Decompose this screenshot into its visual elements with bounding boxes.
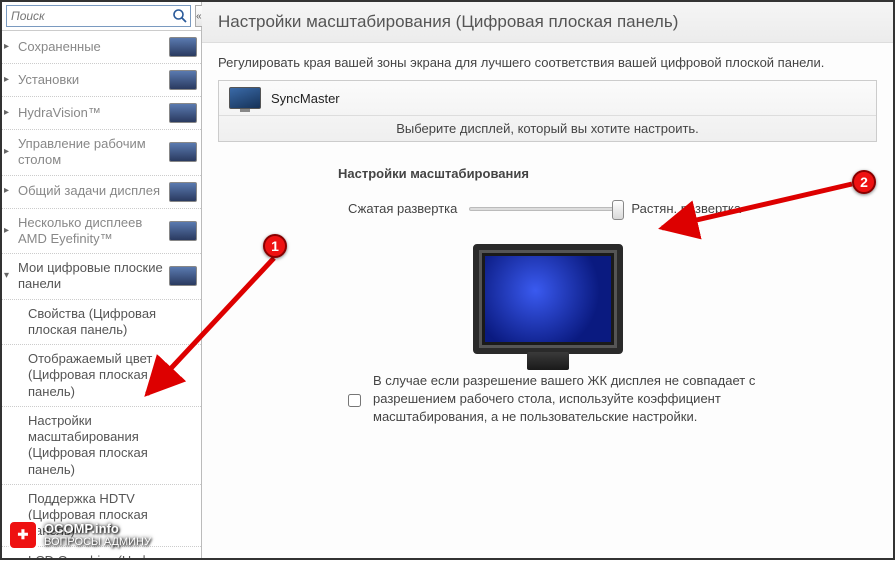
chevron-right-icon: ▸	[4, 146, 14, 159]
chevron-right-icon: ▸	[4, 107, 14, 120]
thumb-icon	[169, 37, 197, 57]
scaling-settings: Настройки масштабирования Сжатая разверт…	[218, 160, 877, 427]
chevron-right-icon: ▸	[4, 74, 14, 87]
thumb-icon	[169, 182, 197, 202]
display-hint: Выберите дисплей, который вы хотите наст…	[219, 116, 876, 141]
main-panel: Настройки масштабирования (Цифровая плос…	[202, 2, 893, 558]
section-title: Настройки масштабирования	[218, 166, 877, 181]
monitor-icon	[229, 87, 261, 109]
slider-label-max: Растян. развертка	[631, 201, 741, 216]
thumb-icon	[169, 266, 197, 286]
thumb-icon	[169, 103, 197, 123]
monitor-illustration	[218, 244, 877, 354]
search-input[interactable]	[6, 5, 191, 27]
page-title: Настройки масштабирования (Цифровая плос…	[202, 2, 893, 43]
thumb-icon	[169, 221, 197, 241]
chevron-right-icon: ▸	[4, 185, 14, 198]
display-picker: SyncMaster Выберите дисплей, который вы …	[218, 80, 877, 142]
sidebar-sub-properties[interactable]: Свойства (Цифровая плоская панель)	[2, 300, 201, 346]
scaling-slider[interactable]	[469, 207, 619, 211]
chevron-down-icon: ▾	[4, 270, 14, 283]
watermark: ✚ OCOMP.info ВОПРОСЫ АДМИНУ	[8, 520, 151, 550]
monitor-preview-icon	[473, 244, 623, 354]
display-selected[interactable]: SyncMaster	[219, 81, 876, 116]
annotation-bubble-1: 1	[263, 234, 287, 258]
sidebar-sub-color[interactable]: Отображаемый цвет (Цифровая плоская пане…	[2, 345, 201, 407]
slider-label-min: Сжатая развертка	[348, 201, 457, 216]
chevron-right-icon: ▸	[4, 41, 14, 54]
sidebar-item-dfp[interactable]: ▾ Мои цифровые плоские панели	[2, 254, 201, 300]
sidebar-sub-scaling[interactable]: Настройки масштабирования (Цифровая плос…	[2, 407, 201, 485]
thumb-icon	[169, 142, 197, 162]
scaling-checkbox-row: В случае если разрешение вашего ЖК диспл…	[218, 372, 877, 427]
sidebar-item-display-tasks[interactable]: ▸ Общий задачи дисплея	[2, 176, 201, 209]
use-scaling-checkbox[interactable]	[348, 374, 361, 427]
sidebar-item-presets[interactable]: ▸ Установки	[2, 64, 201, 97]
sidebar-item-hydravision[interactable]: ▸ HydraVision™	[2, 97, 201, 130]
sidebar-item-saved[interactable]: ▸ Сохраненные	[2, 31, 201, 64]
watermark-icon: ✚	[8, 520, 38, 550]
chevron-right-icon: ▸	[4, 225, 14, 238]
watermark-line1: OCOMP.info	[44, 522, 151, 536]
annotation-bubble-2: 2	[852, 170, 876, 194]
slider-thumb-icon[interactable]	[612, 200, 624, 220]
scaling-slider-row: Сжатая развертка Растян. развертка	[218, 197, 877, 220]
sidebar-item-desktop[interactable]: ▸ Управление рабочим столом	[2, 130, 201, 176]
sidebar-item-eyefinity[interactable]: ▸ Несколько дисплеев AMD Eyefinity™	[2, 209, 201, 255]
watermark-line2: ВОПРОСЫ АДМИНУ	[44, 536, 151, 548]
search-row: «	[2, 2, 201, 31]
display-name: SyncMaster	[271, 91, 340, 106]
search-icon[interactable]	[172, 8, 188, 24]
checkbox-label: В случае если разрешение вашего ЖК диспл…	[373, 372, 817, 427]
sidebar: « ▸ Сохраненные ▸ Установки ▸ HydraVisio…	[2, 2, 202, 558]
sidebar-tree: ▸ Сохраненные ▸ Установки ▸ HydraVision™…	[2, 31, 201, 558]
thumb-icon	[169, 70, 197, 90]
page-subtitle: Регулировать края вашей зоны экрана для …	[202, 43, 893, 80]
